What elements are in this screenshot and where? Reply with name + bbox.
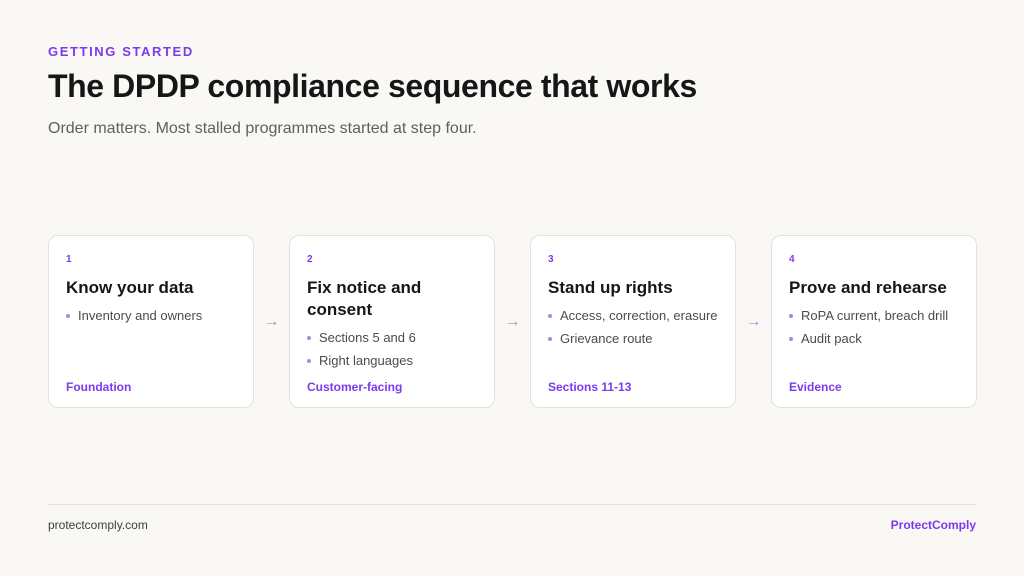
list-item: Sections 5 and 6	[307, 330, 477, 346]
list-item: Audit pack	[789, 331, 959, 347]
bullet-text: Access, correction, erasure	[560, 308, 718, 323]
bullet-dot-icon	[307, 336, 311, 340]
bullet-dot-icon	[548, 337, 552, 341]
bullet-text: RoPA current, breach drill	[801, 308, 949, 323]
step-bullets: RoPA current, breach drill Audit pack	[789, 308, 959, 347]
step-card-4: 4 Prove and rehearse RoPA current, breach …	[771, 235, 977, 408]
step-card-1: 1 Know your data Inventory and owners Found…	[48, 235, 254, 408]
eyebrow-label: GETTING STARTED	[48, 44, 194, 59]
page-subtitle: Order matters. Most stalled programmes s…	[48, 120, 477, 137]
step-tag: Foundation	[66, 380, 132, 394]
footer-site: protectcomply.com	[48, 518, 148, 532]
step-title: Stand up rights	[548, 278, 673, 297]
arrow-right-icon: →	[504, 312, 521, 330]
footer-brand: ProtectComply	[890, 518, 976, 532]
list-item: Inventory and owners	[66, 308, 236, 324]
arrow-right-icon: →	[745, 312, 762, 330]
step-tag: Customer-facing	[307, 380, 403, 394]
bullet-text: Sections 5 and 6	[319, 330, 416, 345]
step-title: Know your data	[66, 278, 194, 297]
bullet-dot-icon	[66, 314, 70, 318]
list-item: RoPA current, breach drill	[789, 308, 959, 324]
bullet-text: Right languages	[319, 353, 413, 368]
bullet-dot-icon	[548, 314, 552, 318]
list-item: Right languages	[307, 353, 477, 369]
slide: GETTING STARTED The DPDP compliance sequ…	[0, 0, 1024, 576]
page-title: The DPDP compliance sequence that works	[48, 68, 697, 104]
step-tag: Evidence	[789, 380, 842, 394]
step-number: 2	[307, 254, 313, 265]
step-bullets: Access, correction, erasure Grievance rou…	[548, 308, 718, 347]
step-card-2: 2 Fix notice and consent Sections 5 and 6 R…	[289, 235, 495, 408]
bullet-dot-icon	[307, 359, 311, 363]
bullet-dot-icon	[789, 337, 793, 341]
step-bullets: Sections 5 and 6 Right languages	[307, 330, 477, 369]
footer-divider	[48, 504, 976, 505]
bullet-text: Inventory and owners	[78, 308, 203, 323]
bullet-dot-icon	[789, 314, 793, 318]
list-item: Access, correction, erasure	[548, 308, 718, 324]
step-number: 4	[789, 254, 795, 265]
step-card-3: 3 Stand up rights Access, correction, eras…	[530, 235, 736, 408]
steps-row: 1 Know your data Inventory and owners Found…	[48, 235, 977, 408]
list-item: Grievance route	[548, 331, 718, 347]
bullet-text: Grievance route	[560, 331, 653, 346]
bullet-text: Audit pack	[801, 331, 862, 346]
step-tag: Sections 11-13	[548, 380, 632, 394]
step-bullets: Inventory and owners	[66, 308, 236, 324]
arrow-right-icon: →	[263, 312, 280, 330]
step-title: Fix notice and consent	[307, 278, 422, 319]
step-number: 3	[548, 254, 554, 265]
step-number: 1	[66, 254, 72, 265]
step-title: Prove and rehearse	[789, 278, 947, 297]
